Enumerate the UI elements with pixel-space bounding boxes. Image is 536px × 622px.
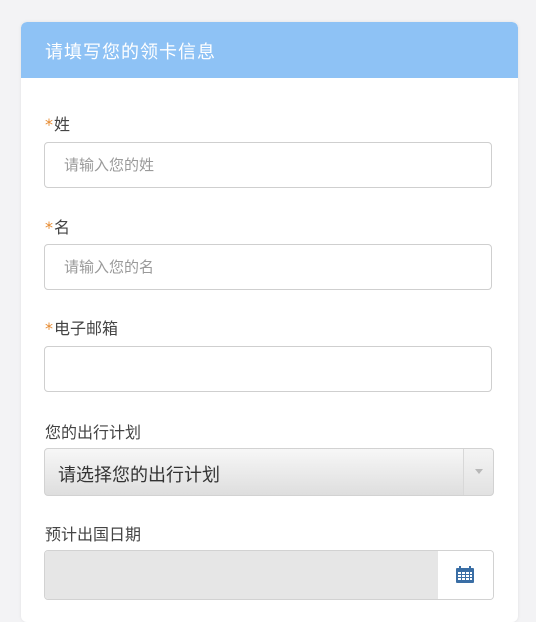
departure-date-field — [44, 550, 494, 600]
chevron-down-icon — [475, 469, 483, 474]
email-label: *电子邮箱 — [45, 315, 118, 339]
required-mark: * — [45, 115, 53, 134]
last-name-input[interactable] — [44, 142, 492, 188]
last-name-label: *姓 — [45, 111, 70, 135]
calendar-icon — [456, 566, 474, 583]
first-name-label-text: 名 — [54, 218, 71, 237]
calendar-button[interactable] — [438, 551, 493, 599]
last-name-label-text: 姓 — [54, 115, 71, 134]
email-input[interactable] — [44, 346, 492, 392]
travel-plan-label: 您的出行计划 — [45, 423, 142, 442]
first-name-label: *名 — [45, 214, 70, 238]
select-arrow-box — [463, 449, 493, 495]
email-label-text: 电子邮箱 — [54, 319, 119, 338]
required-mark: * — [45, 218, 53, 237]
travel-plan-select[interactable]: 请选择您的出行计划 — [44, 448, 494, 496]
first-name-input[interactable] — [44, 244, 492, 290]
required-mark: * — [45, 319, 53, 338]
travel-plan-selected: 请选择您的出行计划 — [58, 465, 220, 486]
card-title: 请填写您的领卡信息 — [45, 42, 216, 63]
card-form: 请填写您的领卡信息 *姓 *名 *电子邮箱 您的出行计划 请选择您的出行计划 预… — [21, 22, 518, 622]
departure-date-input[interactable] — [45, 551, 439, 599]
card-header: 请填写您的领卡信息 — [21, 22, 518, 78]
departure-date-label: 预计出国日期 — [45, 525, 142, 544]
